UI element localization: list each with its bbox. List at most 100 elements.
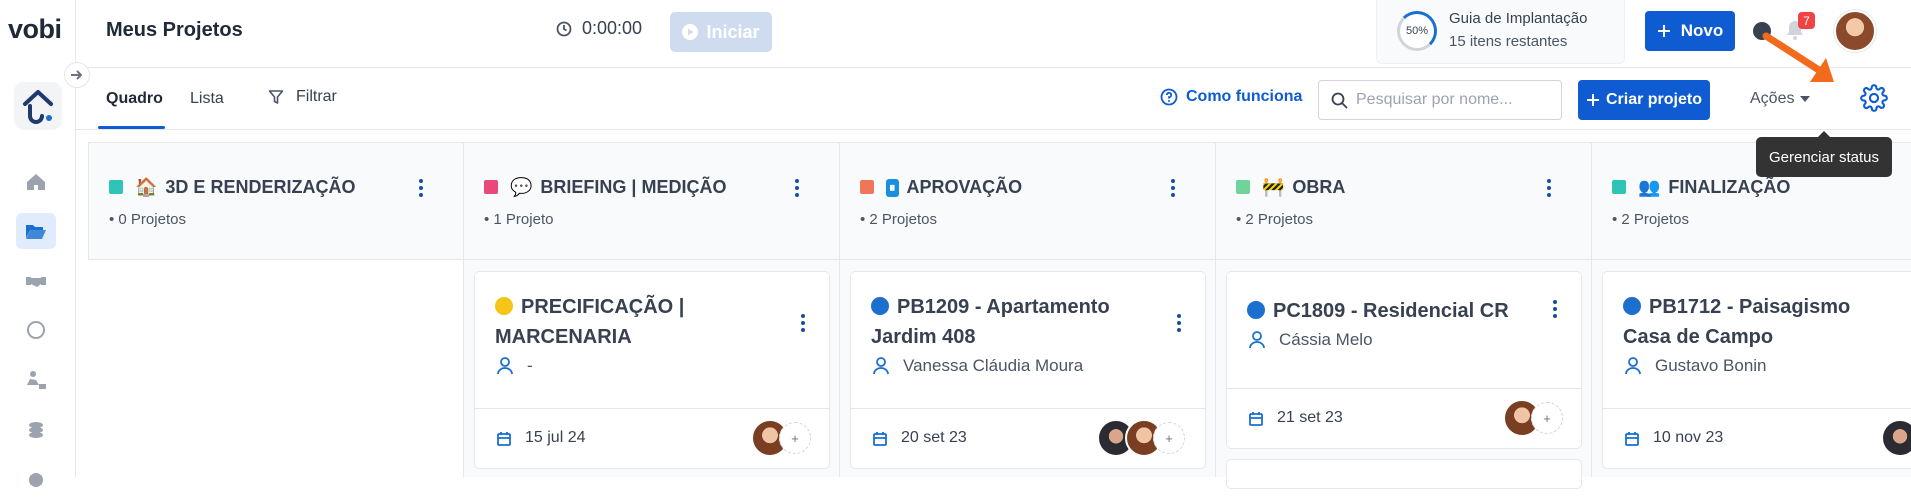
column-count-wrap: • 1 Projeto (484, 211, 554, 228)
column-header: ⏸ APROVAÇÃO • 2 Projetos (840, 143, 1215, 260)
column-count: 0 Projetos (118, 211, 186, 228)
add-member-button[interactable]: + (1531, 402, 1563, 434)
sidebar-expand-button[interactable] (64, 62, 90, 88)
card-menu-icon[interactable] (801, 314, 805, 337)
add-member-button[interactable]: + (779, 422, 811, 454)
add-member-button[interactable]: + (1153, 422, 1185, 454)
app-logo-icon[interactable] (14, 82, 62, 130)
member-avatar[interactable] (1881, 419, 1911, 457)
card-footer: 10 nov 23 (1603, 408, 1911, 470)
column-title: FINALIZAÇÃO (1668, 177, 1791, 197)
column-menu-icon[interactable] (1171, 179, 1175, 202)
card-title: PB1209 - Apartamento Jardim 408 (871, 296, 1110, 348)
project-card[interactable]: PRECIFICAÇÃO | MARCENARIA - 15 jul 24 + (474, 271, 830, 469)
column-finalizacao: 👥 FINALIZAÇÃO • 2 Projetos PB1712 - Pais… (1591, 142, 1911, 477)
search-box[interactable] (1318, 80, 1562, 120)
timer: 0:00:00 (556, 18, 642, 39)
people-icon: 👥 (1638, 177, 1661, 197)
card-title: PC1809 - Residencial CR (1273, 300, 1509, 322)
manage-status-gear-icon[interactable] (1860, 84, 1888, 117)
column-color-square (109, 180, 123, 194)
search-icon (1331, 92, 1348, 109)
card-footer: 20 set 23 + (851, 408, 1205, 470)
card-members: + (751, 419, 811, 457)
project-card[interactable]: PB1712 - Paisagismo Casa de Campo Gustav… (1602, 271, 1911, 469)
compass-icon[interactable] (16, 312, 56, 348)
create-project-label: Criar projeto (1605, 91, 1702, 108)
column-count-wrap: • 0 Projetos (109, 211, 186, 228)
column-count: 2 Projetos (1621, 211, 1689, 228)
column-obra: 🚧 OBRA • 2 Projetos PC1809 - Residencial… (1215, 142, 1592, 489)
date-value: 20 set 23 (901, 429, 967, 446)
card-menu-icon[interactable] (1177, 314, 1181, 337)
column-title-wrap: ⏸ APROVAÇÃO (886, 177, 1022, 198)
folder-open-icon[interactable] (16, 213, 56, 249)
filter-icon (268, 90, 284, 104)
search-input[interactable] (1356, 91, 1546, 109)
card-title: PRECIFICAÇÃO | MARCENARIA (495, 296, 685, 348)
status-dot (1623, 297, 1641, 315)
column-title-wrap: 🏠 3D E RENDERIZAÇÃO (135, 177, 355, 198)
column-menu-icon[interactable] (419, 179, 423, 202)
column-count-wrap: • 2 Projetos (1612, 211, 1689, 228)
card-members: + (1097, 419, 1185, 457)
new-label: Novo (1680, 21, 1724, 40)
column-color-square (1236, 180, 1250, 194)
project-card[interactable]: PB1209 - Apartamento Jardim 408 Vanessa … (850, 271, 1206, 469)
column-color-square (1612, 180, 1626, 194)
date-value: 21 set 23 (1277, 409, 1343, 426)
project-card-partial[interactable] (1226, 459, 1582, 489)
calendar-icon (1249, 411, 1263, 426)
clock-icon (556, 21, 572, 36)
top-header: Meus Projetos 0:00:00 Iniciar 50% Guia d… (76, 0, 1911, 68)
card-menu-icon[interactable] (1553, 300, 1557, 323)
kanban-board: 🏠 3D E RENDERIZAÇÃO • 0 Projetos 💬 BRIEF… (88, 142, 1911, 489)
annotation-arrow (1762, 32, 1834, 82)
how-it-works-link[interactable]: Como funciona (1160, 88, 1302, 106)
status-dot (1247, 301, 1265, 319)
card-date: 10 nov 23 (1625, 429, 1723, 447)
start-label: Iniciar (706, 21, 760, 42)
timer-value: 0:00:00 (582, 18, 643, 38)
implementation-guide[interactable]: 50% Guia de Implantação 15 itens restant… (1376, 0, 1625, 64)
arrow-right-icon (71, 70, 83, 80)
card-title-wrap: PB1712 - Paisagismo Casa de Campo (1623, 292, 1903, 352)
column-emoji: 🏠 (135, 177, 158, 197)
column-count: 1 Projeto (493, 211, 554, 228)
more-nav-icon[interactable] (16, 462, 56, 498)
chat-bubble-icon: 💬 (510, 177, 533, 197)
handshake-icon[interactable] (16, 263, 56, 299)
manage-status-tooltip: Gerenciar status (1756, 131, 1892, 177)
card-date: 20 set 23 (873, 429, 967, 447)
column-menu-icon[interactable] (1547, 179, 1551, 202)
card-members (1881, 419, 1911, 457)
new-button[interactable]: Novo (1645, 11, 1735, 51)
home-icon[interactable] (16, 164, 56, 200)
card-responsible: Cássia Melo (1249, 330, 1373, 350)
play-icon (682, 24, 699, 40)
start-timer-button[interactable]: Iniciar (670, 12, 772, 52)
column-count: 2 Projetos (869, 211, 937, 228)
card-responsible: Vanessa Cláudia Moura (873, 356, 1083, 376)
column-title: APROVAÇÃO (906, 177, 1023, 197)
filter-button[interactable]: Filtrar (268, 88, 337, 106)
column-briefing-medicao: 💬 BRIEFING | MEDIÇÃO • 1 Projeto PRECIFI… (463, 142, 840, 477)
tab-lista[interactable]: Lista (190, 90, 224, 108)
column-title-wrap: 👥 FINALIZAÇÃO (1638, 177, 1790, 198)
question-circle-icon (1160, 88, 1178, 106)
calendar-icon (497, 431, 511, 446)
plus-icon (1586, 94, 1599, 106)
column-title-wrap: 💬 BRIEFING | MEDIÇÃO (510, 177, 726, 198)
worker-icon[interactable] (16, 362, 56, 398)
coins-icon[interactable] (16, 412, 56, 448)
filter-label: Filtrar (296, 88, 337, 105)
tab-quadro[interactable]: Quadro (106, 90, 163, 108)
column-color-square (484, 180, 498, 194)
notification-badge: 7 (1798, 12, 1815, 29)
column-menu-icon[interactable] (795, 179, 799, 202)
create-project-button[interactable]: Criar projeto (1578, 80, 1710, 120)
responsible-name: Gustavo Bonin (1655, 356, 1767, 375)
guide-title: Guia de Implantação (1449, 10, 1588, 27)
project-card[interactable]: PC1809 - Residencial CR Cássia Melo 21 s… (1226, 271, 1582, 449)
card-responsible: - (497, 356, 533, 376)
